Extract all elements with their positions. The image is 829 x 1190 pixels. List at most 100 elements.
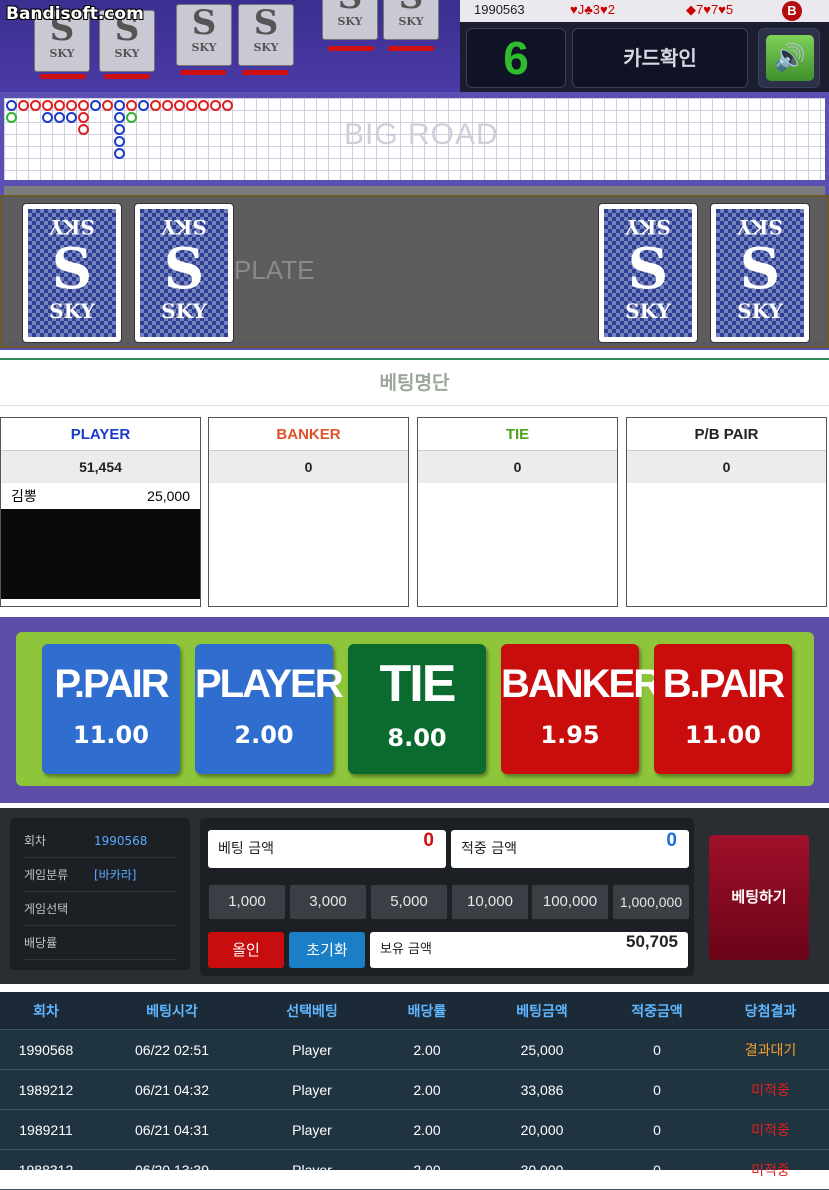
road-marker (6, 100, 17, 111)
road-marker (150, 100, 161, 111)
table-cell: 1990568 (18, 1041, 74, 1058)
amount-1000-button[interactable]: 1,000 (208, 884, 286, 920)
table-cell: 결과대기 (744, 1041, 797, 1058)
bet-player-button[interactable]: PLAYER 2.00 (195, 644, 344, 774)
bet-ppair-button[interactable]: P.PAIR 11.00 (42, 644, 180, 774)
category-value: [바카라] (94, 868, 137, 882)
bet-amount-field[interactable]: 베팅 금액 0 (208, 830, 446, 868)
road-marker (42, 112, 53, 123)
column-header: BANKER (209, 418, 408, 451)
road-marker (174, 100, 185, 111)
table-cell: 1989211 (19, 1121, 73, 1138)
column-header: PLAYER (1, 418, 200, 451)
road-marker (162, 100, 173, 111)
bet-controls: 회차 1990568 게임분류 [바카라] 게임선택 배당률 베팅 금액 0 적중 … (0, 808, 829, 984)
table-cell: 20,000 (520, 1121, 564, 1138)
player-cards: ♥J♣3♥2 (570, 2, 615, 17)
game-top-area: SSKY SSKY SSKY SSKY SSKY SSKY Bandisoft.… (0, 0, 829, 92)
road-marker (198, 100, 209, 111)
balance-value: 50,705 (626, 932, 678, 951)
road-marker (78, 124, 89, 135)
amount-5000-button[interactable]: 5,000 (370, 884, 448, 920)
card-back: SSKY (238, 4, 294, 66)
table-row: 1988312 06/20 13:39 Player 2.00 30,000 0 미적중 (0, 1150, 829, 1190)
card-back: SSKY (322, 0, 378, 40)
column-header: P/B PAIR (627, 418, 826, 451)
speaker-icon: 🔊 (766, 35, 814, 81)
table-cell: 2.00 (413, 1121, 441, 1138)
table-cell: Player (292, 1121, 332, 1138)
table-cell: 0 (653, 1081, 661, 1098)
balance-field: 보유 금액 50,705 (370, 932, 688, 968)
odds-label: 배당률 (24, 936, 58, 950)
card-indicator (104, 74, 150, 79)
column-total: 0 (209, 451, 408, 483)
road-marker (6, 112, 17, 123)
road-marker (66, 100, 77, 111)
table-cell: 2.00 (413, 1041, 441, 1058)
big-road-label: BIG ROAD (344, 118, 499, 151)
amount-100000-button[interactable]: 100,000 (531, 884, 609, 920)
bet-column-player: PLAYER 51,454 김뽕 25,000 (0, 417, 201, 607)
table-cell: 미적중 (751, 1081, 790, 1098)
road-marker (114, 124, 125, 135)
road-marker (78, 112, 89, 123)
sound-toggle-button[interactable]: 🔊 (758, 28, 820, 88)
table-cell: 06/21 04:31 (135, 1121, 209, 1138)
table-cell: 2.00 (413, 1081, 441, 1098)
watermark: Bandisoft.com (6, 4, 144, 24)
column-total: 0 (418, 451, 617, 483)
road-marker (102, 100, 113, 111)
reset-button[interactable]: 초기화 (289, 932, 365, 968)
redacted-area (1, 509, 200, 599)
bet-banker-button[interactable]: BANKER 1.95 (501, 644, 662, 774)
bet-bpair-button[interactable]: B.PAIR 11.00 (654, 644, 792, 774)
road-marker (42, 100, 53, 111)
bet-tie-button[interactable]: TIE 8.00 (348, 644, 486, 774)
road-marker (114, 100, 125, 111)
table-cell: 06/21 04:32 (135, 1081, 209, 1098)
round-info-panel: 1990563 ♥J♣3♥2 ◆7♥7♥5 B 6 카드확인 🔊 (460, 0, 829, 92)
card-indicator (242, 70, 288, 75)
table-cell: 33,086 (520, 1081, 564, 1098)
card-back: SKY S SKY (134, 203, 234, 343)
column-total: 0 (627, 451, 826, 483)
road-marker (126, 100, 137, 111)
bet-user: 김뽕 (11, 488, 37, 504)
card-check-button[interactable]: 카드확인 (572, 28, 748, 88)
allin-button[interactable]: 올인 (208, 932, 284, 968)
selection-label: 게임선택 (24, 902, 69, 916)
road-marker (222, 100, 233, 111)
card-back: SSKY (383, 0, 439, 40)
bet-column-pair: P/B PAIR 0 (626, 417, 827, 607)
table-row: 1989212 06/21 04:32 Player 2.00 33,086 0 미적중 (0, 1070, 829, 1110)
road-marker (126, 112, 137, 123)
round-value: 1990568 (94, 833, 148, 848)
table-cell: 1989212 (18, 1081, 74, 1098)
bet-amount: 25,000 (147, 488, 190, 504)
card-indicator (388, 46, 434, 51)
road-marker (138, 100, 149, 111)
card-strip: PLATE SKY S SKY SKY S SKY SKY S SKY SKY S SKY (0, 195, 829, 348)
road-marker (114, 148, 125, 159)
road-marker (30, 100, 41, 111)
card-back: SSKY (176, 4, 232, 66)
bet-amount-value: 0 (423, 830, 434, 851)
plate-label: PLATE (234, 255, 315, 285)
road-marker (66, 112, 77, 123)
round-number: 1990563 (474, 2, 525, 17)
card-back: SKY S SKY (22, 203, 122, 343)
road-marker (90, 100, 101, 111)
amount-1000000-button[interactable]: 1,000,000 (612, 884, 690, 920)
table-cell: 0 (653, 1041, 661, 1058)
round-header: 1990563 ♥J♣3♥2 ◆7♥7♥5 B (460, 0, 829, 22)
amount-10000-button[interactable]: 10,000 (451, 884, 529, 920)
banker-badge: B (782, 1, 802, 21)
card-indicator (180, 70, 226, 75)
bet-board: P.PAIR 11.00 PLAYER 2.00 TIE 8.00 BANKER 1.9… (16, 632, 814, 786)
table-cell: 0 (653, 1121, 661, 1138)
road-marker (18, 100, 29, 111)
place-bet-button[interactable]: 베팅하기 (709, 835, 809, 960)
bet-list-title: 베팅명단 (0, 358, 829, 406)
amount-3000-button[interactable]: 3,000 (289, 884, 367, 920)
